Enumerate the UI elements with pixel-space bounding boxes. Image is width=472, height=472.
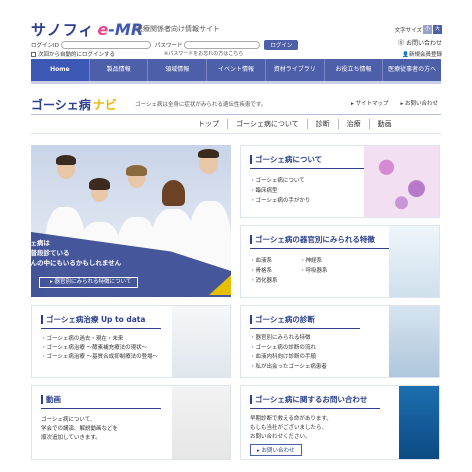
list-item[interactable]: 呼吸器系 — [300, 266, 350, 276]
register-link[interactable]: 👤新規会員登録 — [402, 50, 442, 58]
card-diagnosis-links: 器官別にみられる特徴 ゴーシェ病の診断の流れ 血液内科向け診断の手順 私が出会っ… — [250, 334, 327, 372]
list-item[interactable]: 骨格系 — [250, 266, 300, 276]
card-video[interactable]: 動画 ゴーシェ病について、 学会での講演、解説動画などを 順次追加していきます。 — [31, 385, 231, 460]
cells-image — [364, 146, 439, 217]
card-organs-links: 血液系 神経系 骨格系 呼吸器系 消化器系 — [250, 256, 350, 286]
list-item[interactable]: 血液内科向け診断の手順 — [250, 353, 327, 363]
subnav-divider — [31, 133, 441, 134]
card-diagnosis[interactable]: ゴーシェ病の診断 器官別にみられる特徴 ゴーシェ病の診断の流れ 血液内科向け診断… — [240, 305, 440, 378]
forgot-password-link[interactable]: ※パスワードをお忘れの方はこちら — [164, 50, 243, 57]
login-id-input[interactable] — [60, 41, 151, 49]
nav-areas[interactable]: 領域情報 — [148, 59, 208, 81]
card-treatment-links: ゴーシェ病の過去・現在・未来 ゴーシェ病治療 ～酵素補充療法の現状～ ゴーシェ病… — [41, 335, 159, 362]
utility-links: ▸ サイトマップ ▸ お問い合わせ — [351, 99, 438, 107]
microphone-image — [172, 386, 230, 459]
password-label: パスワード — [154, 43, 183, 49]
sub-nav: トップ ゴーシェ病について 診断 治療 動画 — [190, 119, 400, 129]
user-icon: 👤 — [402, 52, 409, 58]
card-video-text: ゴーシェ病について、 学会での講演、解説動画などを 順次追加していきます。 — [41, 417, 119, 441]
list-item[interactable]: ゴーシェ病の診断の流れ — [250, 344, 327, 354]
phone-image — [399, 386, 439, 459]
nav-home[interactable]: Home — [31, 59, 90, 81]
card-organs-title: ゴーシェ病の器官別にみられる特徴 — [250, 235, 375, 244]
help-icon: ⓪ — [398, 40, 405, 47]
sitemap-link[interactable]: ▸ サイトマップ — [351, 99, 389, 107]
card-diagnosis-title: ゴーシェ病の診断 — [250, 315, 315, 324]
nav-events[interactable]: イベント情報 — [207, 59, 266, 81]
subnav-diagnosis[interactable]: 診断 — [306, 119, 338, 129]
logo-text: サノフィ — [31, 21, 95, 39]
list-item[interactable]: ゴーシェ病治療 ～酵素補充療法の現状～ — [41, 344, 158, 353]
list-item[interactable]: ゴーシェ病治療 ～基質合成抑制療法の登場～ — [41, 353, 159, 362]
hero-banner — [31, 145, 231, 297]
skeleton-image — [389, 226, 439, 297]
list-item[interactable]: 血液系 — [250, 256, 300, 266]
card-treatment[interactable]: ゴーシェ病治療 Up to data ゴーシェ病の過去・現在・未来 ゴーシェ病治… — [31, 305, 231, 378]
hero-message: ゴーシェ病は 先生の普段診ている 患者さんの中にもいるかもしれません — [11, 239, 122, 267]
card-inquiry-title: ゴーシェ病に関するお問い合わせ — [250, 395, 367, 404]
card-inquiry-text: 早期診断で救える命があります。 もしも当社がございましたら、 お問い合わせくださ… — [250, 416, 332, 440]
doctor-image — [172, 306, 230, 377]
font-size-label: 文字サイズ — [394, 27, 422, 34]
list-item[interactable]: 消化器系 — [250, 276, 300, 286]
site-header: サノフィ e-MR 医療関係者向け情報サイト ログインID パスワード ログイン… — [0, 0, 472, 58]
card-about-title: ゴーシェ病について — [250, 155, 322, 164]
section-contact-link[interactable]: ▸ お問い合わせ — [400, 99, 438, 107]
header-contact-link[interactable]: ⓪ お問い合わせ — [398, 38, 442, 47]
auto-login-checkbox[interactable] — [31, 51, 36, 57]
card-inquiry[interactable]: ゴーシェ病に関するお問い合わせ 早期診断で救える命があります。 もしも当社がござ… — [240, 385, 440, 460]
hero-organ-features-button[interactable]: ▸ 器官別にみられる特徴について — [39, 277, 138, 288]
font-size-switch: 文字サイズ 小 大 — [395, 25, 442, 34]
logo[interactable]: サノフィ e-MR — [31, 19, 143, 40]
subnav-treatment[interactable]: 治療 — [337, 119, 369, 129]
page-description: ゴーシェ病は全身に症状がみられる遺伝性疾患です。 — [135, 102, 267, 108]
nav-divider — [31, 81, 441, 84]
main-nav: Home 製品情報 領域情報 イベント情報 資材ライブラリ お役立ち情報 医療従… — [31, 59, 441, 81]
list-item[interactable]: ゴーシェ病の手がかり — [250, 196, 311, 206]
tagline: 医療関係者向け情報サイト — [136, 25, 220, 33]
test-tubes-image — [389, 306, 439, 377]
nav-library[interactable]: 資材ライブラリ — [266, 59, 325, 81]
card-video-title: 動画 — [41, 395, 61, 404]
list-item[interactable]: 臨床病型 — [250, 186, 310, 196]
card-organs[interactable]: ゴーシェ病の器官別にみられる特徴 血液系 神経系 骨格系 呼吸器系 消化器系 — [240, 225, 440, 298]
password-input[interactable] — [184, 41, 261, 49]
subnav-about[interactable]: ゴーシェ病について — [227, 119, 307, 129]
card-treatment-title: ゴーシェ病治療 Up to data — [41, 315, 145, 324]
list-item[interactable]: ゴーシェ病の過去・現在・未来 — [41, 335, 158, 344]
nav-products[interactable]: 製品情報 — [90, 59, 149, 81]
list-item[interactable]: 器官別にみられる特徴 — [250, 334, 327, 344]
login-id-label: ログインID — [31, 43, 59, 49]
list-item[interactable]: 私が出会ったゴーシェ病患者 — [250, 363, 327, 373]
auto-login-label: 次回から自動的にログインする — [38, 52, 116, 58]
nav-professionals[interactable]: 医療従事者の方へ — [383, 59, 441, 81]
login-button[interactable]: ログイン — [264, 40, 299, 50]
inquiry-button[interactable]: ▸ お問い合わせ — [250, 444, 302, 456]
nav-useful[interactable]: お役立ち情報 — [325, 59, 384, 81]
page-title: ゴーシェ病 ナビ — [31, 98, 117, 112]
subnav-top[interactable]: トップ — [190, 119, 227, 129]
list-item[interactable]: ゴーシェ病について — [250, 176, 310, 186]
auto-login[interactable]: 次回から自動的にログインする — [31, 50, 115, 58]
card-about[interactable]: ゴーシェ病について ゴーシェ病について 臨床病型 ゴーシェ病の手がかり — [240, 145, 440, 218]
font-size-large-button[interactable]: 大 — [433, 25, 442, 34]
font-size-small-button[interactable]: 小 — [423, 25, 432, 34]
card-about-links: ゴーシェ病について 臨床病型 ゴーシェ病の手がかり — [250, 176, 311, 206]
title-divider — [31, 114, 441, 115]
subnav-video[interactable]: 動画 — [368, 119, 400, 129]
list-item[interactable]: 神経系 — [300, 256, 350, 266]
login-form: ログインID パスワード ログイン — [31, 40, 299, 50]
